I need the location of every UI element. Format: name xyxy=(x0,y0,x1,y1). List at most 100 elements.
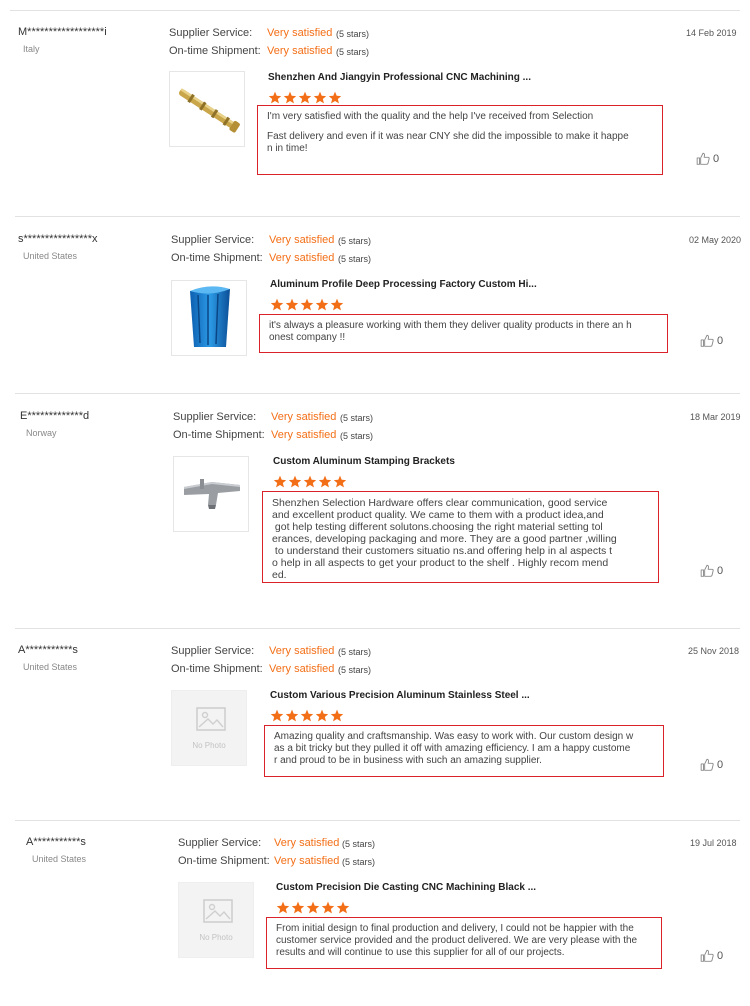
product-thumbnail[interactable] xyxy=(171,280,247,356)
star-icon xyxy=(300,298,314,311)
review-comment: From initial design to final production … xyxy=(266,917,662,969)
star-icon xyxy=(276,901,290,914)
supplier-service-stars: (5 stars) xyxy=(340,413,374,423)
review-date: 18 Mar 2019 xyxy=(690,412,741,422)
star-icon xyxy=(300,709,314,722)
star-icon xyxy=(285,298,299,311)
product-title[interactable]: Custom Precision Die Casting CNC Machini… xyxy=(276,882,536,893)
on-time-shipment-stars: (5 stars) xyxy=(342,857,376,867)
on-time-shipment-stars: (5 stars) xyxy=(336,47,370,57)
on-time-shipment-stars: (5 stars) xyxy=(338,665,372,675)
image-placeholder-icon xyxy=(196,707,226,731)
rating-stars xyxy=(273,475,348,489)
product-thumbnail-placeholder[interactable]: No Photo xyxy=(171,690,247,766)
review-date: 02 May 2020 xyxy=(689,235,742,245)
supplier-service-value: Very satisfied xyxy=(274,837,340,849)
supplier-service-stars: (5 stars) xyxy=(336,29,370,39)
comment-paragraph: Fast delivery and even if it was near CN… xyxy=(267,131,629,154)
product-thumbnail-placeholder[interactable]: No Photo xyxy=(178,882,254,958)
star-icon xyxy=(268,91,282,104)
product-thumbnail[interactable] xyxy=(173,456,249,532)
like-button[interactable]: 0 xyxy=(697,562,723,578)
like-count: 0 xyxy=(713,152,720,165)
star-icon xyxy=(273,475,287,488)
star-icon xyxy=(328,91,342,104)
on-time-shipment-value: Very satisfied xyxy=(269,663,335,675)
supplier-service-label: Supplier Service: xyxy=(171,645,255,657)
supplier-service-label: Supplier Service: xyxy=(169,27,253,39)
supplier-service-value: Very satisfied xyxy=(269,234,335,246)
supplier-service-value: Very satisfied xyxy=(271,411,337,423)
star-icon xyxy=(315,709,329,722)
supplier-service-stars: (5 stars) xyxy=(338,236,372,246)
comment-paragraph: I'm very satisfied with the quality and … xyxy=(267,111,594,122)
on-time-shipment-value: Very satisfied xyxy=(267,45,333,57)
reviewer-name: A***********s xyxy=(26,836,86,848)
on-time-shipment-value: Very satisfied xyxy=(269,252,335,264)
on-time-shipment-label: On-time Shipment: xyxy=(171,663,263,675)
like-count: 0 xyxy=(717,758,724,771)
like-button[interactable]: 0 xyxy=(697,756,724,772)
divider xyxy=(15,628,740,629)
like-button[interactable]: 0 xyxy=(693,150,720,166)
brass-rod-image xyxy=(179,88,240,133)
supplier-service-value: Very satisfied xyxy=(269,645,335,657)
comment-paragraph: Shenzhen Selection Hardware offers clear… xyxy=(272,497,617,581)
review-comment: I'm very satisfied with the quality and … xyxy=(257,105,663,175)
on-time-shipment-value: Very satisfied xyxy=(274,855,340,867)
product-title[interactable]: Custom Aluminum Stamping Brackets xyxy=(273,456,455,467)
divider xyxy=(15,393,740,394)
thumbs-up-icon xyxy=(700,950,714,963)
like-button[interactable]: 0 xyxy=(697,947,724,963)
like-button[interactable]: 0 xyxy=(697,332,724,348)
blue-aluminum-profile-image xyxy=(190,286,230,347)
supplier-service-label: Supplier Service: xyxy=(171,234,255,246)
like-count: 0 xyxy=(717,334,724,347)
like-count: 0 xyxy=(717,949,724,962)
supplier-service-value: Very satisfied xyxy=(267,27,333,39)
comment-paragraph: it's always a pleasure working with them… xyxy=(269,320,632,343)
product-title[interactable]: Aluminum Profile Deep Processing Factory… xyxy=(270,279,537,290)
review-comment: Shenzhen Selection Hardware offers clear… xyxy=(262,491,659,583)
rating-stars xyxy=(276,901,351,915)
no-photo-label: No Photo xyxy=(192,741,226,750)
star-icon xyxy=(313,91,327,104)
star-icon xyxy=(318,475,332,488)
reviewer-country: Italy xyxy=(23,44,40,54)
star-icon xyxy=(333,475,347,488)
star-icon xyxy=(270,298,284,311)
star-icon xyxy=(321,901,335,914)
star-icon xyxy=(336,901,350,914)
reviewer-name: A***********s xyxy=(18,644,78,656)
reviewer-country: Norway xyxy=(26,428,57,438)
on-time-shipment-stars: (5 stars) xyxy=(338,254,372,264)
on-time-shipment-stars: (5 stars) xyxy=(340,431,374,441)
rating-stars xyxy=(268,91,343,105)
on-time-shipment-label: On-time Shipment: xyxy=(178,855,270,867)
comment-paragraph: Amazing quality and craftsmanship. Was e… xyxy=(274,731,634,766)
supplier-service-stars: (5 stars) xyxy=(338,647,372,657)
product-thumbnail[interactable] xyxy=(169,71,245,147)
star-icon xyxy=(285,709,299,722)
review-date: 19 Jul 2018 xyxy=(690,838,737,848)
star-icon xyxy=(303,475,317,488)
divider xyxy=(15,820,740,821)
star-icon xyxy=(298,91,312,104)
review-comment: Amazing quality and craftsmanship. Was e… xyxy=(264,725,664,777)
reviews-page: { "labels": { "supplier_service": "Suppl… xyxy=(0,0,750,1006)
product-title[interactable]: Custom Various Precision Aluminum Stainl… xyxy=(270,690,530,701)
supplier-service-label: Supplier Service: xyxy=(173,411,257,423)
image-placeholder-icon xyxy=(203,899,233,923)
reviewer-name: M******************i xyxy=(18,26,107,38)
review-comment: it's always a pleasure working with them… xyxy=(259,314,668,353)
thumbs-up-icon xyxy=(700,565,714,578)
on-time-shipment-value: Very satisfied xyxy=(271,429,337,441)
no-photo-label: No Photo xyxy=(199,933,233,942)
reviewer-country: United States xyxy=(23,251,78,261)
star-icon xyxy=(330,298,344,311)
metal-bracket-image xyxy=(184,479,240,509)
star-icon xyxy=(270,709,284,722)
reviewer-country: United States xyxy=(23,662,78,672)
rating-stars xyxy=(270,709,345,723)
product-title[interactable]: Shenzhen And Jiangyin Professional CNC M… xyxy=(268,72,531,83)
